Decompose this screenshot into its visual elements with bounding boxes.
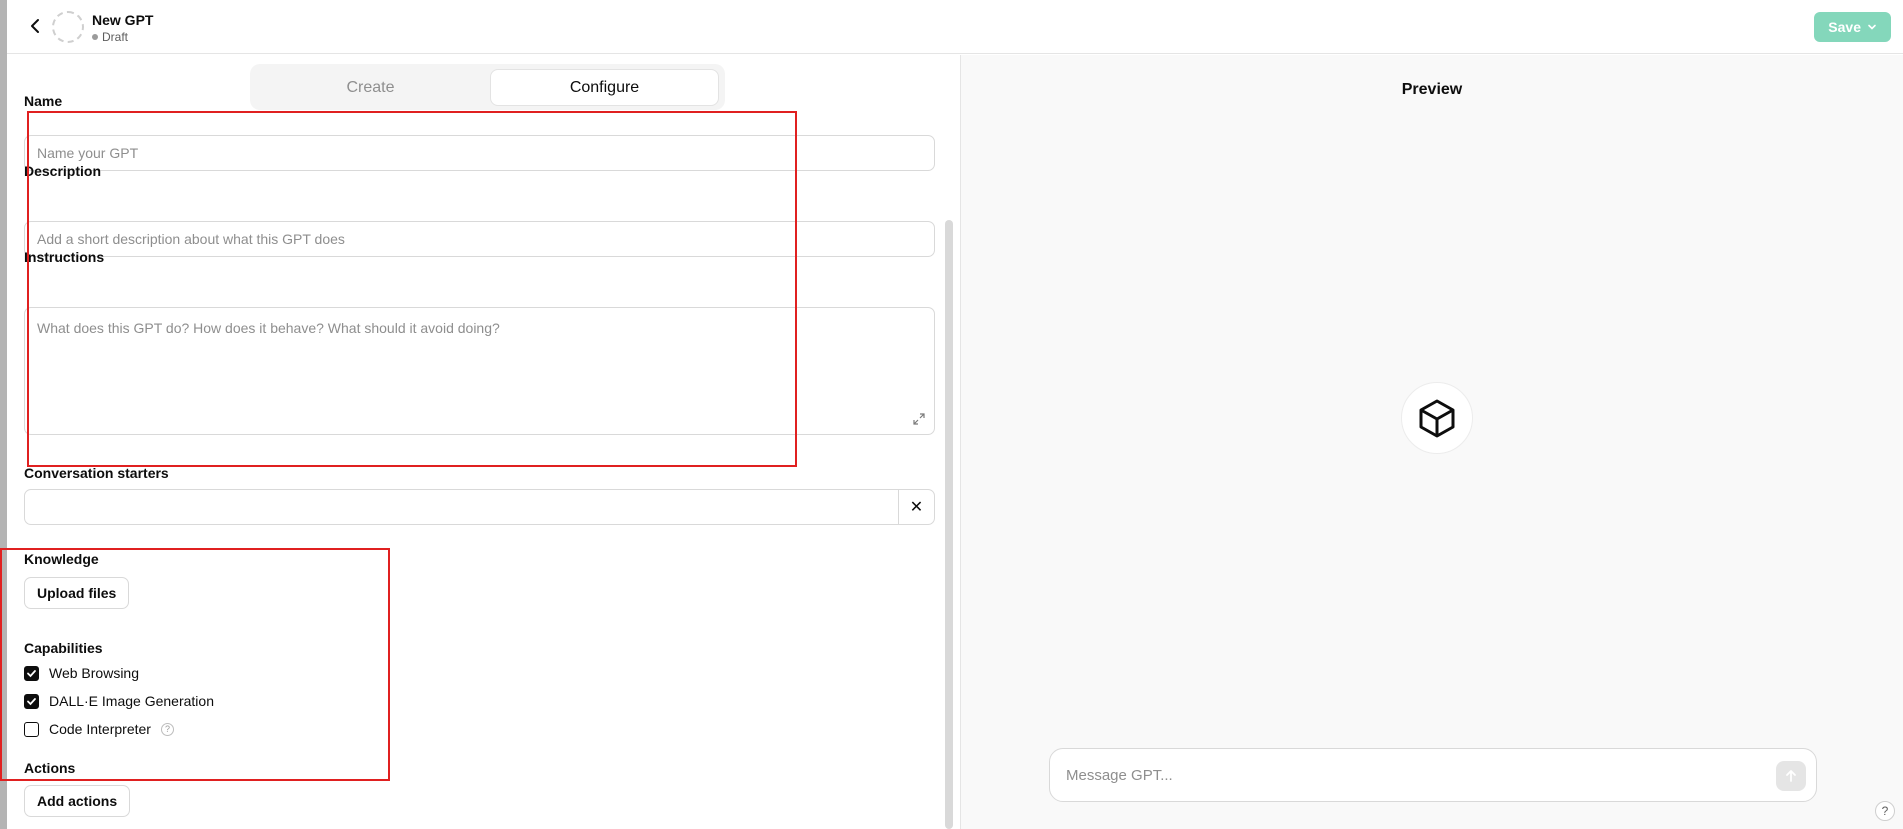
window-edge: [0, 0, 7, 829]
tab-configure[interactable]: Configure: [490, 69, 719, 106]
configure-panel: Create Configure Name Name your GPT Desc…: [7, 55, 960, 829]
name-input[interactable]: Name your GPT: [24, 135, 935, 171]
name-label: Name: [24, 93, 63, 109]
dalle-label: DALL·E Image Generation: [49, 693, 214, 709]
send-button[interactable]: [1776, 761, 1806, 791]
help-icon[interactable]: ?: [160, 722, 174, 736]
capabilities-label: Capabilities: [24, 640, 103, 656]
mode-tabs: Create Configure: [250, 64, 725, 110]
name-placeholder: Name your GPT: [37, 145, 139, 161]
description-placeholder: Add a short description about what this …: [37, 231, 345, 247]
capability-web-browsing[interactable]: Web Browsing: [24, 665, 139, 681]
web-browsing-label: Web Browsing: [49, 665, 140, 681]
description-label: Description: [24, 163, 102, 179]
dalle-checkbox[interactable]: [24, 693, 39, 709]
preview-title: Preview: [1401, 81, 1463, 98]
clear-starter-button[interactable]: ✕: [898, 490, 934, 524]
knowledge-label: Knowledge: [24, 551, 99, 567]
cube-icon: [1419, 399, 1455, 438]
code-interpreter-checkbox[interactable]: [24, 721, 39, 737]
instructions-textarea[interactable]: What does this GPT do? How does it behav…: [24, 307, 935, 435]
instructions-placeholder: What does this GPT do? How does it behav…: [37, 320, 500, 336]
actions-label: Actions: [24, 760, 76, 776]
expand-icon[interactable]: [912, 412, 926, 426]
check-icon: [27, 669, 36, 677]
conversation-starters-label: Conversation starters: [24, 465, 169, 481]
check-icon: [27, 697, 36, 705]
code-interpreter-label: Code Interpreter: [49, 721, 151, 737]
close-icon: ✕: [909, 499, 924, 516]
gpt-logo: [1401, 382, 1473, 454]
chevron-down-icon: [1868, 24, 1876, 30]
top-bar: New GPT Draft Save: [7, 0, 1903, 54]
capability-code-interpreter[interactable]: Code Interpreter ?: [24, 721, 174, 737]
gpt-title: New GPT: [92, 12, 154, 28]
draft-status-label: Draft: [102, 30, 129, 44]
instructions-label: Instructions: [24, 249, 105, 265]
save-button[interactable]: Save: [1814, 12, 1891, 42]
message-input[interactable]: Message GPT...: [1049, 748, 1817, 802]
message-placeholder: Message GPT...: [1066, 766, 1173, 784]
scrollbar[interactable]: [945, 220, 953, 829]
web-browsing-checkbox[interactable]: [24, 665, 39, 681]
chevron-left-icon: [31, 19, 39, 33]
help-button[interactable]: ?: [1875, 801, 1895, 821]
tab-create[interactable]: Create: [256, 69, 485, 106]
preview-panel: Preview Message GPT... ?: [961, 55, 1903, 829]
upload-files-button[interactable]: Upload files: [24, 577, 130, 609]
save-button-label: Save: [1828, 19, 1861, 35]
arrow-up-icon: [1786, 770, 1796, 782]
back-button[interactable]: [23, 14, 47, 38]
gpt-avatar-placeholder[interactable]: [52, 11, 84, 43]
add-actions-button[interactable]: Add actions: [24, 785, 131, 817]
capability-dalle[interactable]: DALL·E Image Generation: [24, 693, 214, 709]
description-input[interactable]: Add a short description about what this …: [24, 221, 935, 257]
conversation-starter-input[interactable]: ✕: [24, 489, 935, 525]
draft-status: Draft: [92, 30, 128, 44]
status-dot-icon: [92, 34, 98, 40]
